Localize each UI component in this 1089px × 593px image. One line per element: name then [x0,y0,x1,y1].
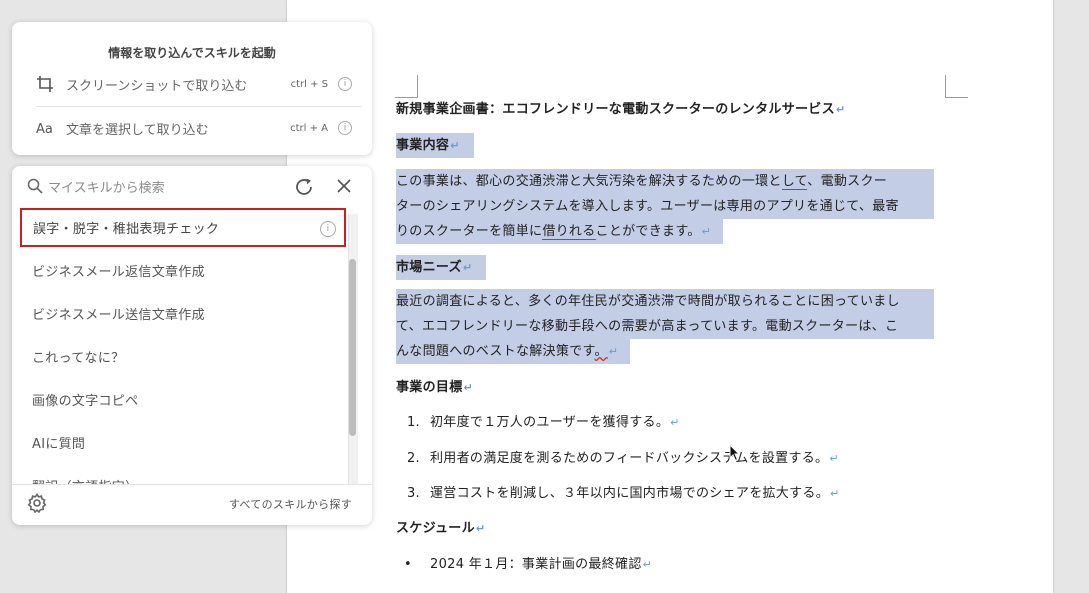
search-icon [27,178,43,194]
capture-divider [36,106,362,107]
info-icon[interactable]: i [338,77,352,91]
skill-list: 誤字・脱字・稚拙表現チェック i ビジネスメール返信文章作成 ビジネスメール送信… [20,206,346,484]
skill-item-image-text-copy[interactable]: 画像の文字コピペ [20,378,346,421]
skill-item-ask-ai[interactable]: AIに質問 [20,421,346,464]
svg-text:Aa: Aa [36,122,53,136]
skill-item-email-send[interactable]: ビジネスメール送信文章作成 [20,292,346,335]
screenshot-shortcut: ctrl + S [290,78,328,90]
gear-icon[interactable] [27,493,47,513]
document-page[interactable]: 新規事業企画書：エコフレンドリーな電動スクーターのレンタルサービス↵ 事業内容↵… [287,0,1053,593]
mouse-pointer-icon [729,444,741,462]
skill-item-email-reply[interactable]: ビジネスメール返信文章作成 [20,249,346,292]
margin-corner-right [945,75,968,98]
content-line-3: りのスクーターを簡単に借りれることができます。↵ [396,219,724,244]
heading-goals: 事業の目標↵ [396,380,474,395]
schedule-item-1: • 2024 年１月：事業計画の最終確認↵ [404,557,653,572]
info-icon[interactable]: i [338,121,352,135]
skill-item-what-is-this[interactable]: これってなに？ [20,335,346,378]
text-select-capture-button[interactable]: Aa 文章を選択して取り込む ctrl + A i [36,113,352,143]
needs-line-3: んな問題へのベストな解決策です。↵ [396,339,631,364]
refresh-icon[interactable] [293,176,315,198]
content-line-2: ターのシェアリングシステムを導入します。ユーザーは専用のアプリを通じて、最寄 [396,194,934,219]
needs-line-1: 最近の調査によると、多くの年住民が交通渋滞で時間が取られることに困っていまし [396,289,934,314]
skill-list-scroll-thumb[interactable] [349,259,356,436]
heading-market-needs: 市場ニーズ↵ [396,255,487,280]
screenshot-capture-button[interactable]: スクリーンショットで取り込む ctrl + S i [36,69,352,99]
skill-search-input[interactable] [46,174,280,202]
crop-icon [36,74,60,94]
skills-panel: 誤字・脱字・稚拙表現チェック i ビジネスメール返信文章作成 ビジネスメール送信… [12,166,372,525]
capture-panel-title: 情報を取り込んでスキルを起動 [108,46,276,60]
skill-item-typo-check[interactable]: 誤字・脱字・稚拙表現チェック i [20,208,346,247]
needs-line-2: て、エコフレンドリーな移動手段への需要が高まっています。電動スクーターは、こ [396,314,934,339]
info-icon[interactable]: i [320,221,336,237]
doc-title: 新規事業企画書：エコフレンドリーな電動スクーターのレンタルサービス↵ [396,102,846,117]
skills-footer-divider [12,484,372,485]
margin-corner-left [395,75,418,98]
content-line-1: この事業は、都心の交通渋滞と大気汚染を解決するための一環として、電動スクー [396,169,934,194]
goal-item-1: 1. 初年度で１万人のユーザーを獲得する。↵ [406,415,680,430]
text-select-icon: Aa [36,118,60,138]
goal-item-2: 2. 利用者の満足度を測るためのフィードバックシステムを設置する。↵ [406,451,839,466]
heading-business-content: 事業内容↵ [396,133,474,158]
close-icon[interactable] [336,178,352,194]
skill-item-translate[interactable]: 翻訳（言語指定） [20,464,346,484]
screenshot-capture-label: スクリーンショットで取り込む [66,78,248,94]
goal-item-3: 3. 運営コストを削減し、３年以内に国内市場でのシェアを拡大する。↵ [406,486,840,501]
all-skills-link[interactable]: すべてのスキルから探す [229,496,352,512]
text-select-capture-label: 文章を選択して取り込む [66,122,209,138]
heading-schedule: スケジュール↵ [396,521,486,536]
text-select-shortcut: ctrl + A [290,122,328,134]
capture-panel: 情報を取り込んでスキルを起動 スクリーンショットで取り込む ctrl + S i… [12,22,372,155]
